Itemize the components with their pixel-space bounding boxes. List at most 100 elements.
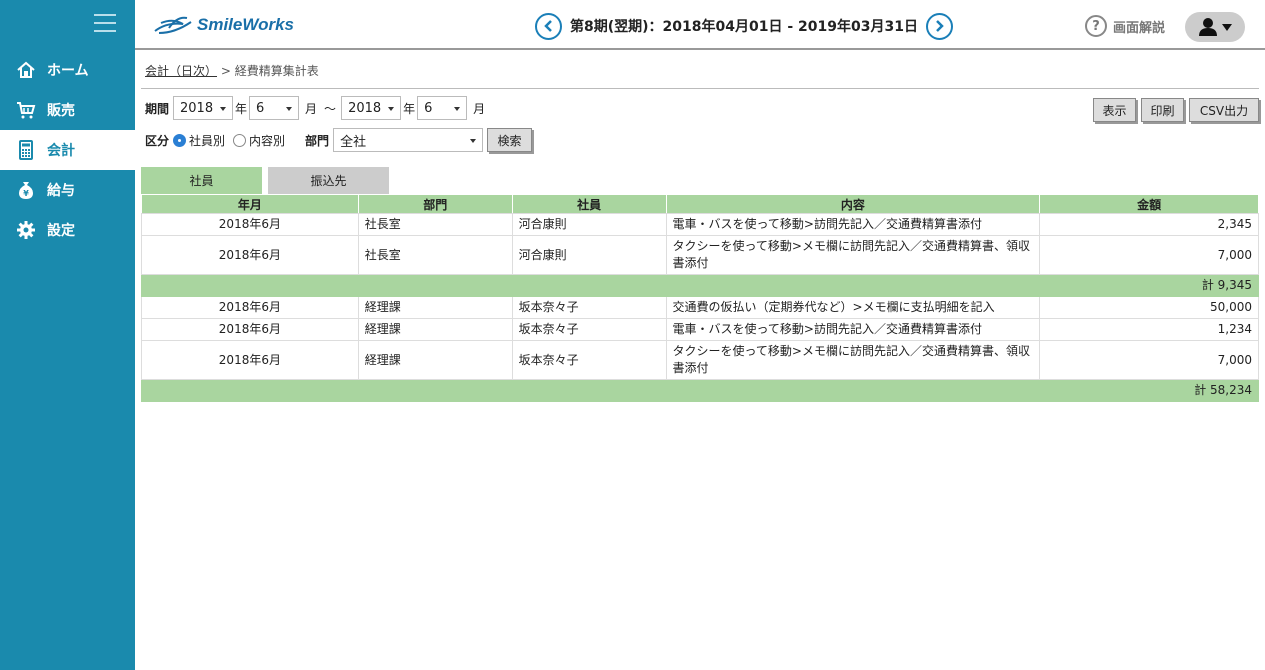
- hamburger-menu-icon[interactable]: [94, 14, 116, 34]
- fiscal-period-nav: 第8期(翌期)：2018年04月01日 - 2019年03月31日: [535, 12, 953, 40]
- csv-export-button[interactable]: CSV出力: [1189, 98, 1259, 122]
- user-menu-button[interactable]: [1185, 12, 1245, 42]
- home-icon: [15, 59, 37, 81]
- cell-employee: 河合康則: [511, 235, 667, 275]
- from-year-select[interactable]: 2018: [173, 96, 234, 120]
- month-unit: 月: [473, 101, 486, 116]
- table-row[interactable]: 2018年6月 経理課 坂本奈々子 交通費の仮払い（定期券代など）>メモ欄に支払…: [141, 296, 1259, 319]
- cart-icon: [15, 99, 37, 121]
- sidebar-item-label: 設定: [47, 223, 75, 239]
- cell-year-month: 2018年6月: [141, 318, 359, 341]
- sidebar-item-settings[interactable]: 設定: [0, 210, 135, 250]
- radio-by-content[interactable]: 内容別: [233, 132, 285, 149]
- sidebar-item-label: 会計: [47, 143, 75, 159]
- tab-payee[interactable]: 振込先: [268, 167, 389, 194]
- department-value: 全社: [340, 134, 367, 150]
- from-month-select[interactable]: 6: [249, 96, 300, 120]
- user-icon: [1199, 18, 1232, 36]
- table-header-row: 年月 部門 社員 内容 金額: [141, 194, 1259, 214]
- cell-content: タクシーを使って移動>メモ欄に訪問先記入／交通費精算書、領収書添付: [665, 340, 1041, 380]
- table-row[interactable]: 2018年6月 社長室 河合康則 電車・バスを使って移動>訪問先記入／交通費精算…: [141, 213, 1259, 236]
- tab-employee[interactable]: 社員: [141, 167, 262, 194]
- cell-content: 交通費の仮払い（定期券代など）>メモ欄に支払明細を記入: [665, 296, 1041, 319]
- caret-down-icon: [454, 107, 461, 111]
- month-unit: 月: [305, 101, 318, 116]
- next-period-button[interactable]: [925, 12, 953, 40]
- breadcrumb-parent-link[interactable]: 会計（日次）: [145, 64, 217, 78]
- cell-year-month: 2018年6月: [141, 296, 359, 319]
- cell-content: 電車・バスを使って移動>訪問先記入／交通費精算書添付: [665, 318, 1041, 341]
- column-header[interactable]: 部門: [357, 194, 513, 214]
- cell-year-month: 2018年6月: [141, 235, 359, 275]
- to-month-select[interactable]: 6: [417, 96, 468, 120]
- department-label: 部門: [305, 133, 330, 148]
- caret-down-icon: [470, 139, 477, 143]
- subtotal-value: 計 9,345: [141, 274, 1259, 297]
- subtotal-row: 計 58,234: [141, 379, 1259, 402]
- sidebar-nav: ホーム 販売 会計 ¥ 給与 設定: [0, 50, 135, 250]
- screen-help-button[interactable]: ? 画面解説: [1085, 15, 1165, 37]
- to-month-value: 6: [424, 100, 433, 116]
- help-label: 画面解説: [1113, 20, 1166, 36]
- subtotal-value: 計 58,234: [141, 379, 1259, 402]
- print-button[interactable]: 印刷: [1141, 98, 1184, 122]
- cell-department: 経理課: [357, 340, 513, 380]
- table-row[interactable]: 2018年6月 経理課 坂本奈々子 電車・バスを使って移動>訪問先記入／交通費精…: [141, 318, 1259, 341]
- breadcrumb: 会計（日次） > 経費精算集計表: [145, 62, 319, 79]
- department-select[interactable]: 全社: [333, 128, 484, 152]
- cell-employee: 坂本奈々子: [511, 340, 667, 380]
- cell-amount: 1,234: [1039, 318, 1259, 341]
- cell-content: 電車・バスを使って移動>訪問先記入／交通費精算書添付: [665, 213, 1041, 236]
- calculator-icon: [15, 139, 37, 161]
- gear-icon: [15, 219, 37, 241]
- action-buttons: 表示 印刷 CSV出力: [1088, 98, 1259, 122]
- column-header[interactable]: 年月: [141, 194, 359, 214]
- sidebar-item-accounting[interactable]: 会計: [0, 130, 135, 170]
- brand-name: SmileWorks: [197, 15, 295, 34]
- cell-department: 社長室: [357, 235, 513, 275]
- radio-by-employee[interactable]: 社員別: [173, 132, 225, 149]
- cell-department: 経理課: [357, 296, 513, 319]
- year-unit: 年: [235, 101, 248, 116]
- sidebar-item-payroll[interactable]: ¥ 給与: [0, 170, 135, 210]
- range-tilde: 〜: [324, 101, 337, 116]
- table-row[interactable]: 2018年6月 社長室 河合康則 タクシーを使って移動>メモ欄に訪問先記入／交通…: [141, 235, 1259, 275]
- column-header[interactable]: 金額: [1039, 194, 1259, 214]
- radio-by-content-label: 内容別: [249, 133, 286, 148]
- caret-down-icon: [388, 107, 395, 111]
- radio-unchecked-icon: [233, 133, 247, 147]
- smileworks-logo[interactable]: SmileWorks: [153, 12, 294, 38]
- sidebar-item-home[interactable]: ホーム: [0, 50, 135, 90]
- tabs: 社員 振込先: [141, 167, 395, 194]
- cell-employee: 坂本奈々子: [511, 318, 667, 341]
- cell-department: 社長室: [357, 213, 513, 236]
- table-row[interactable]: 2018年6月 経理課 坂本奈々子 タクシーを使って移動>メモ欄に訪問先記入／交…: [141, 340, 1259, 380]
- caret-down-icon: [286, 107, 293, 111]
- from-year-value: 2018: [180, 100, 214, 116]
- column-header[interactable]: 社員: [511, 194, 667, 214]
- cell-amount: 2,345: [1039, 213, 1259, 236]
- cell-employee: 河合康則: [511, 213, 667, 236]
- radio-by-employee-label: 社員別: [189, 133, 226, 148]
- display-button[interactable]: 表示: [1093, 98, 1136, 122]
- chevron-right-icon: [936, 20, 945, 32]
- period-filter-row: 期間 2018 年 6 月 〜 2018 年 6 月: [145, 96, 487, 120]
- sidebar-item-label: ホーム: [47, 63, 89, 79]
- column-header[interactable]: 内容: [665, 194, 1041, 214]
- fiscal-period-text: 第8期(翌期)：2018年04月01日 - 2019年03月31日: [570, 19, 918, 35]
- search-button[interactable]: 検索: [487, 128, 533, 152]
- to-year-select[interactable]: 2018: [341, 96, 402, 120]
- cell-amount: 7,000: [1039, 235, 1259, 275]
- breadcrumb-current: 経費精算集計表: [234, 64, 319, 78]
- breadcrumb-separator: >: [217, 64, 235, 78]
- category-filter-row: 区分 社員別 内容別 部門 全社 検索: [145, 128, 533, 152]
- cell-amount: 7,000: [1039, 340, 1259, 380]
- cell-year-month: 2018年6月: [141, 340, 359, 380]
- previous-period-button[interactable]: [535, 12, 562, 40]
- sidebar-item-sales[interactable]: 販売: [0, 90, 135, 130]
- cell-year-month: 2018年6月: [141, 213, 359, 236]
- yen-bag-icon: ¥: [15, 179, 37, 201]
- subtotal-row: 計 9,345: [141, 274, 1259, 297]
- question-icon: ?: [1085, 15, 1107, 37]
- category-label: 区分: [145, 133, 170, 148]
